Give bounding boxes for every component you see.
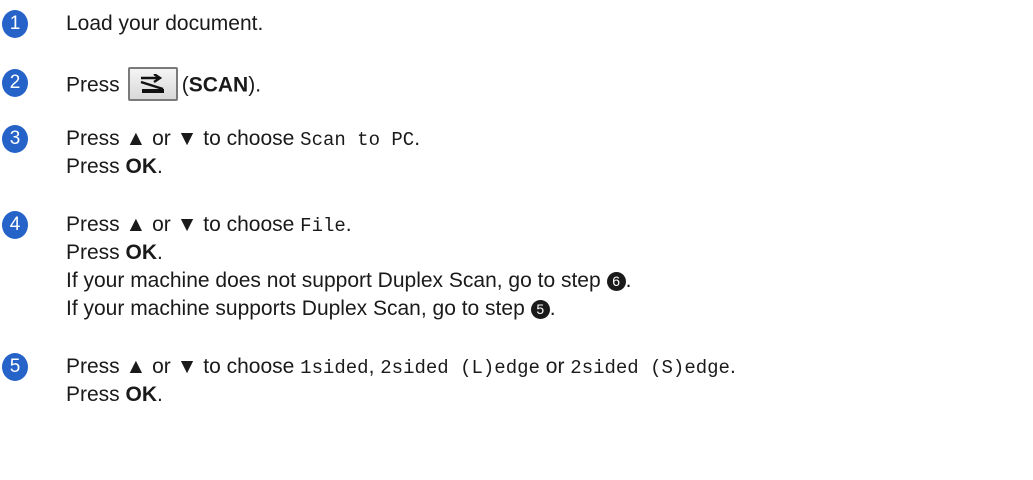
- press-text: Press: [66, 383, 120, 406]
- condition-text: If your machine supports Duplex Scan, go…: [66, 297, 525, 320]
- step-line-2: Press OK.: [66, 153, 163, 181]
- step-line-2: Press OK.: [66, 239, 163, 267]
- step-number-badge: 3: [2, 125, 28, 153]
- period: .: [157, 383, 163, 406]
- choose-text: Press ▲ or ▼ to choose: [66, 213, 295, 236]
- press-text: Press: [66, 155, 120, 178]
- scan-button[interactable]: [127, 67, 178, 101]
- step-number-badge: 1: [2, 10, 28, 38]
- choose-text: Press ▲ or ▼ to choose: [66, 355, 295, 378]
- step-number-badge: 5: [2, 353, 28, 381]
- scan-arrow-icon: [140, 74, 164, 93]
- period: .: [157, 155, 163, 178]
- menu-option: Scan to PC: [300, 129, 415, 151]
- instruction-page: 1 Load your document. 2 Press (SCAN). 3 P…: [0, 0, 1033, 480]
- or-text: or: [545, 355, 565, 378]
- step-line-1: Press ▲ or ▼ to choose File.: [66, 211, 352, 240]
- step-ref-badge: 6: [606, 272, 626, 291]
- scan-label: SCAN: [188, 73, 249, 97]
- step-number-badge: 2: [2, 69, 28, 97]
- menu-option: 2sided (S)edge: [570, 357, 730, 379]
- step-text: Press (SCAN).: [66, 67, 262, 103]
- condition-text: If your machine does not support Duplex …: [66, 269, 601, 292]
- step-number-badge: 4: [2, 211, 28, 239]
- comma: ,: [368, 355, 375, 378]
- step-line-3: If your machine does not support Duplex …: [66, 267, 632, 295]
- ok-key-label: OK: [125, 155, 158, 178]
- menu-option: File: [300, 215, 346, 237]
- period: .: [729, 355, 736, 378]
- period: .: [345, 213, 352, 236]
- period: .: [414, 127, 421, 150]
- step-line-4: If your machine supports Duplex Scan, go…: [66, 295, 556, 323]
- close-paren: ).: [248, 73, 262, 97]
- menu-option: 2sided (L)edge: [380, 357, 540, 379]
- step-text: Load your document.: [66, 12, 264, 35]
- press-text: Press: [66, 73, 120, 97]
- step-line-2: Press OK.: [66, 381, 163, 409]
- ok-key-label: OK: [125, 383, 158, 406]
- press-text: Press: [66, 241, 120, 264]
- period: .: [157, 241, 163, 264]
- period: .: [625, 269, 632, 292]
- menu-option: 1sided: [300, 357, 369, 379]
- step-line-1: Press ▲ or ▼ to choose 1sided, 2sided (L…: [66, 353, 736, 382]
- step-line-1: Press ▲ or ▼ to choose Scan to PC.: [66, 125, 420, 154]
- open-paren: (: [181, 73, 189, 97]
- ok-key-label: OK: [125, 241, 158, 264]
- period: .: [549, 297, 556, 320]
- step-ref-badge: 5: [530, 300, 550, 319]
- choose-text: Press ▲ or ▼ to choose: [66, 127, 295, 150]
